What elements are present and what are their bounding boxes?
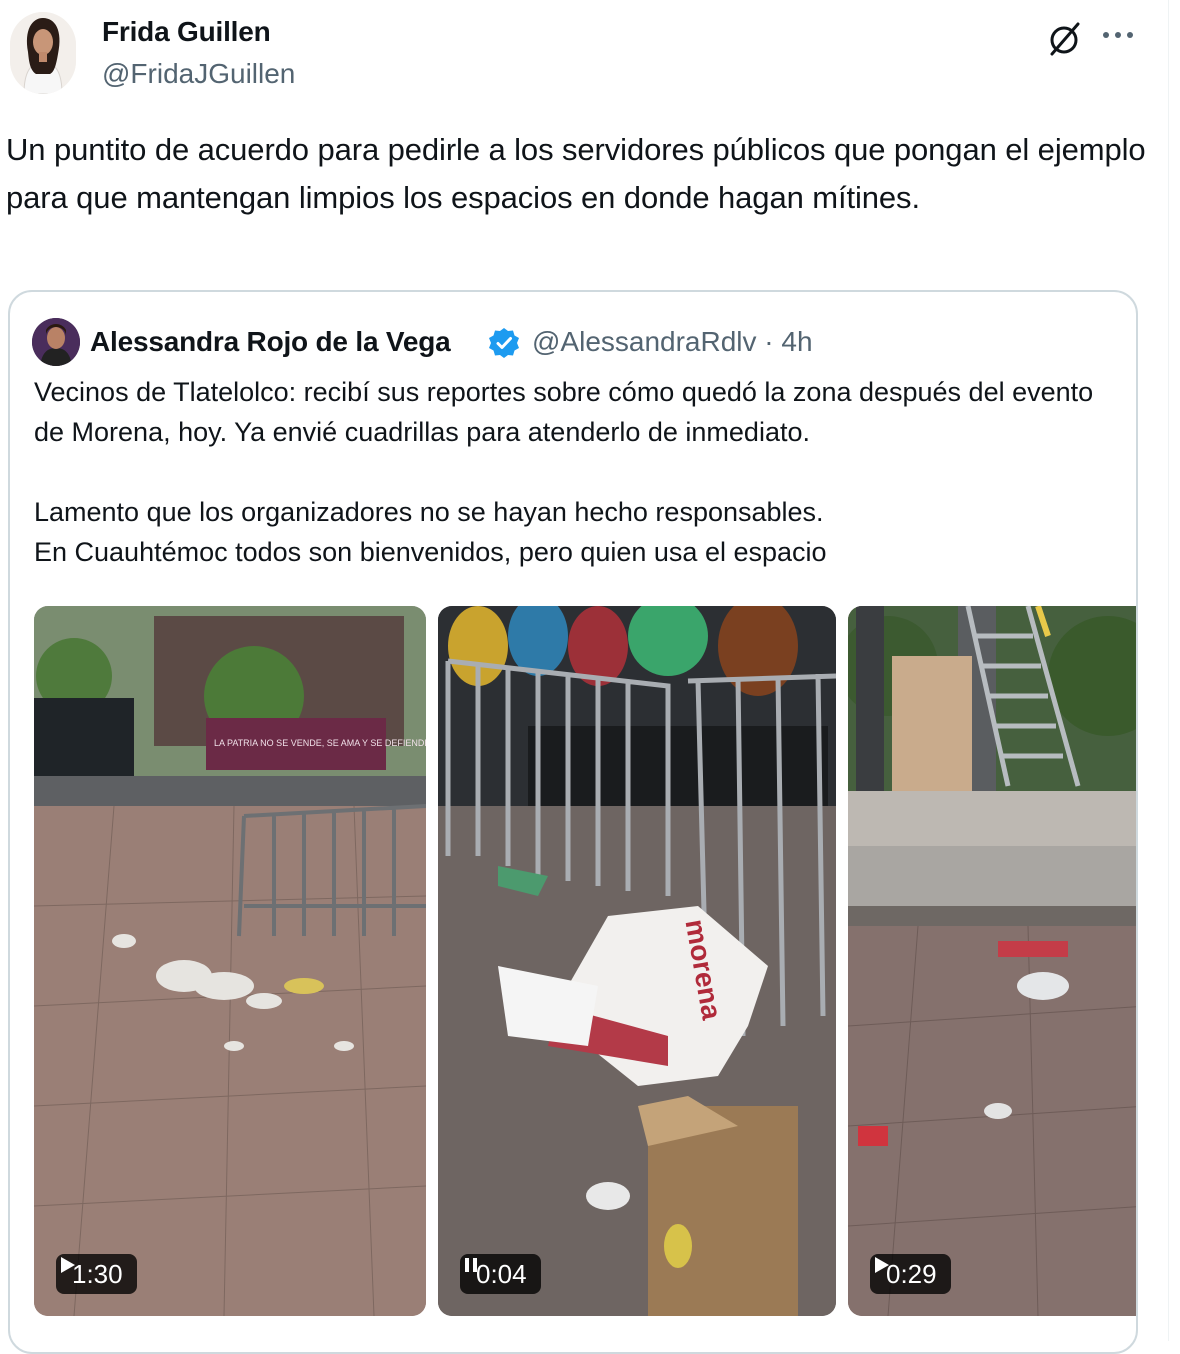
quoted-tweet-card[interactable]: Alessandra Rojo de la Vega @AlessandraRd… (8, 290, 1138, 1354)
author-handle[interactable]: @FridaJGuillen (102, 58, 295, 90)
verified-badge-icon (487, 326, 521, 360)
ellipsis-icon[interactable] (1100, 20, 1140, 50)
quoted-tweet-text: Vecinos de Tlatelolco: recibí sus report… (34, 377, 1094, 567)
video-thumbnail-2[interactable]: morena 0:04 (438, 606, 836, 1316)
tweet-text: Un puntito de acuerdo para pedirle a los… (6, 132, 1146, 215)
video-duration-badge[interactable]: 0:29 (870, 1254, 951, 1294)
video-thumbnail-3[interactable]: 0:29 (848, 606, 1136, 1316)
video-duration-badge[interactable]: 1:30 (56, 1254, 137, 1294)
video-duration: 1:30 (72, 1258, 123, 1289)
video-duration-badge[interactable]: 0:04 (460, 1254, 541, 1294)
play-icon (875, 1257, 889, 1273)
video-duration: 0:29 (886, 1258, 937, 1289)
video-thumbnail-1[interactable]: LA PATRIA NO SE VENDE, SE AMA Y SE DEFIE… (34, 606, 426, 1316)
author-avatar[interactable] (10, 12, 76, 94)
quoted-author-avatar[interactable] (32, 318, 80, 366)
video-duration: 0:04 (476, 1258, 527, 1289)
play-icon (61, 1257, 75, 1273)
banner-text: LA PATRIA NO SE VENDE, SE AMA Y SE DEFIE… (214, 738, 426, 748)
column-divider (1168, 0, 1169, 1341)
author-name[interactable]: Frida Guillen (102, 16, 271, 48)
quoted-author-name[interactable]: Alessandra Rojo de la Vega (90, 326, 451, 358)
pause-icon (465, 1258, 477, 1272)
quoted-author-handle-time[interactable]: @AlessandraRdlv · 4h (532, 326, 813, 358)
no-entry-slash-icon[interactable] (1044, 18, 1084, 58)
